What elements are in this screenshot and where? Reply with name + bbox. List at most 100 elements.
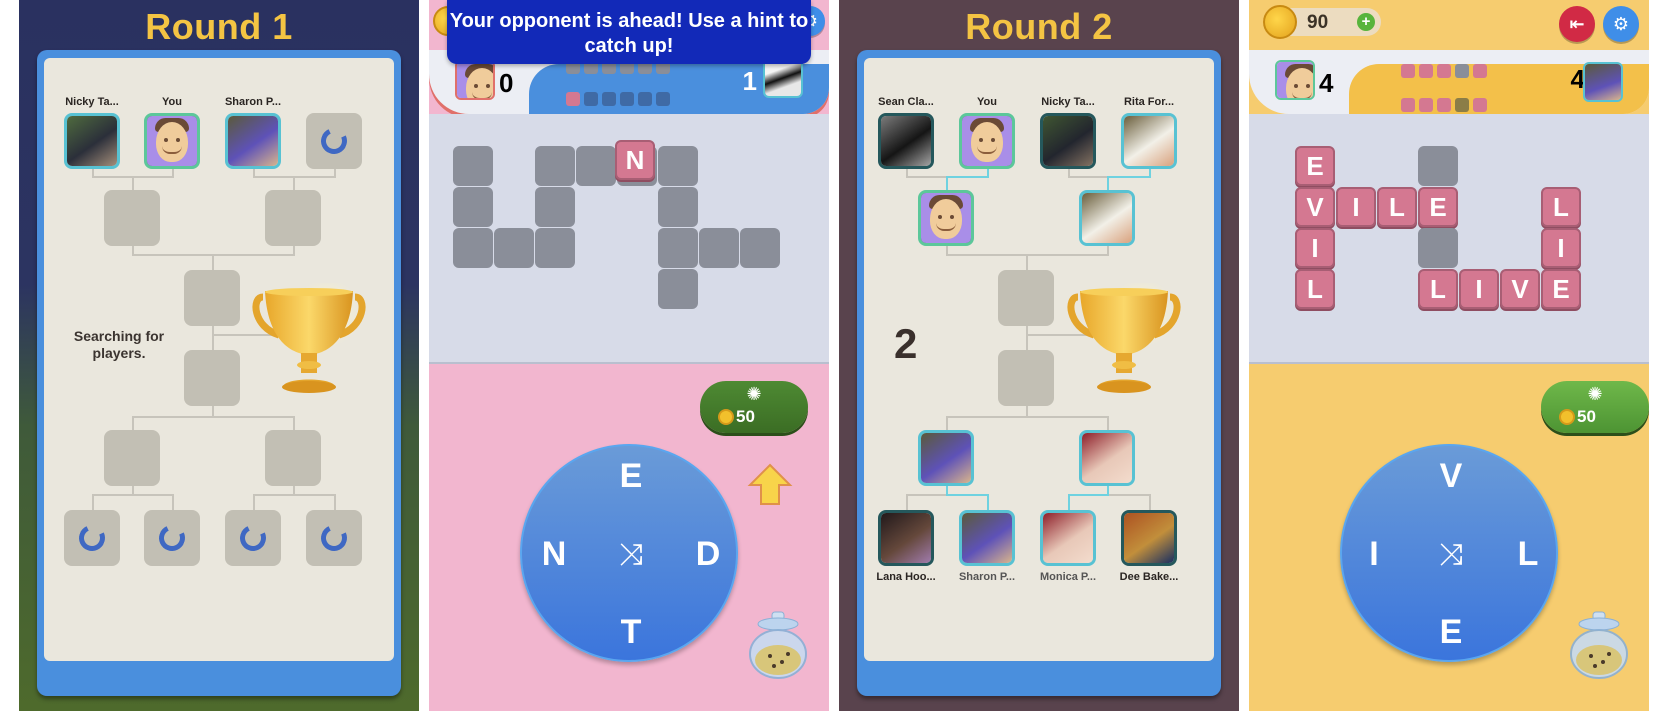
letter-tile: I: [1295, 228, 1335, 268]
letter-tile: L: [1377, 187, 1417, 227]
self-avatar[interactable]: [918, 190, 974, 246]
player-name: You: [977, 96, 997, 108]
avatar-head: [971, 122, 1003, 162]
bracket-frame: Nicky Ta... You Sharon P... Searching for …: [37, 50, 401, 696]
player-slot-loading: [306, 510, 362, 566]
player-avatar[interactable]: [1121, 510, 1177, 566]
wheel-letter[interactable]: L: [1508, 534, 1548, 574]
bracket-connector: [212, 326, 214, 350]
empty-bracket-slot: [184, 350, 240, 406]
letter-tile: L: [1418, 269, 1458, 309]
bracket-connector: [253, 494, 336, 496]
hint-button[interactable]: ✺ 50: [1541, 381, 1649, 433]
player-slot-loading: [64, 510, 120, 566]
letter-tile: L: [1541, 187, 1581, 227]
player-name: Rita For...: [1123, 96, 1175, 108]
empty-tile: [740, 228, 780, 268]
player-avatar[interactable]: [225, 113, 281, 169]
coin-balance: 90 +: [1263, 5, 1381, 39]
player-avatar[interactable]: [918, 430, 974, 486]
avatar-photo: [1124, 513, 1174, 563]
player-name: Sharon P...: [958, 571, 1016, 583]
coin-count: 90: [1307, 12, 1329, 33]
shuffle-icon[interactable]: ⤨: [1431, 535, 1471, 575]
loading-spinner-icon: [317, 521, 351, 555]
shuffle-icon[interactable]: ⤨: [611, 535, 651, 575]
avatar-photo: [881, 116, 931, 166]
wheel-letter[interactable]: I: [1354, 534, 1394, 574]
player-avatar[interactable]: [878, 510, 934, 566]
avatar-photo: [1043, 513, 1093, 563]
round-title: Round 1: [145, 6, 293, 47]
bracket-connector: [172, 494, 174, 510]
avatar-head: [930, 199, 962, 239]
wheel-letter[interactable]: D: [688, 534, 728, 574]
crossword-board: EVILELIILLIVE: [1249, 114, 1649, 364]
self-avatar[interactable]: [144, 113, 200, 169]
wheel-letter[interactable]: V: [1431, 456, 1471, 496]
progress-pip: [1401, 64, 1415, 78]
crossword-board: N: [429, 114, 829, 364]
avatar-photo: [921, 433, 971, 483]
letter-tile: E: [1541, 269, 1581, 309]
opponent-progress-pips: [1401, 98, 1487, 112]
progress-pip: [638, 92, 652, 106]
wheel-letter[interactable]: T: [611, 612, 651, 652]
letter-tile: I: [1541, 228, 1581, 268]
loading-spinner-icon: [75, 521, 109, 555]
empty-bracket-slot: [104, 430, 160, 486]
bracket-connector: [92, 494, 94, 510]
settings-button[interactable]: ⚙: [1603, 6, 1639, 42]
wheel-letter[interactable]: N: [534, 534, 574, 574]
bracket-connector: [132, 416, 295, 418]
letter-tile: V: [1500, 269, 1540, 309]
empty-tile: [1418, 228, 1458, 268]
avatar-head: [156, 122, 188, 162]
bracket-connector: [946, 494, 989, 496]
player-avatar[interactable]: [1040, 113, 1096, 169]
player-name: Nicky Ta...: [65, 96, 119, 108]
revealed-tile: N: [615, 140, 655, 180]
player-avatar[interactable]: [64, 113, 120, 169]
cookie-jar-icon[interactable]: [1567, 610, 1631, 682]
trophy-icon: [1067, 283, 1181, 393]
progress-pip: [1455, 64, 1469, 78]
avatar-photo: [962, 513, 1012, 563]
letter-tile: E: [1295, 146, 1335, 186]
progress-pip: [1455, 98, 1469, 112]
player-avatar[interactable]: [1079, 430, 1135, 486]
up-arrow-icon: [747, 463, 793, 505]
player-avatar[interactable]: [1079, 190, 1135, 246]
progress-pip: [1419, 98, 1433, 112]
bracket-connector: [1068, 494, 1070, 510]
empty-tile: [658, 146, 698, 186]
progress-pip: [1401, 98, 1415, 112]
add-coins-button[interactable]: +: [1357, 13, 1375, 31]
bracket-connector: [1068, 494, 1109, 496]
player-avatar[interactable]: [959, 510, 1015, 566]
lightbulb-icon: ✺: [746, 384, 762, 404]
wheel-letter[interactable]: E: [611, 456, 651, 496]
round-number: 2: [894, 320, 918, 367]
letter-tile: L: [1295, 269, 1335, 309]
player-slot-loading: [144, 510, 200, 566]
empty-tile: [535, 187, 575, 227]
avatar-eye: [164, 138, 168, 142]
letter-wheel[interactable]: E N D T ⤨: [520, 444, 738, 662]
player-avatar[interactable]: [1121, 113, 1177, 169]
player-avatar[interactable]: [1040, 510, 1096, 566]
wheel-letter[interactable]: E: [1431, 612, 1471, 652]
empty-tile: [453, 187, 493, 227]
progress-pip: [620, 92, 634, 106]
player-avatar[interactable]: [878, 113, 934, 169]
progress-pip: [1437, 64, 1451, 78]
self-avatar[interactable]: [959, 113, 1015, 169]
bracket-connector: [1149, 494, 1151, 510]
exit-button[interactable]: ⇤: [1559, 6, 1595, 42]
cookie-jar-icon[interactable]: [746, 610, 810, 682]
hint-button[interactable]: ✺ 50: [700, 381, 808, 433]
letter-wheel[interactable]: V I L E ⤨: [1340, 444, 1558, 662]
bracket-connector: [1107, 176, 1109, 190]
opponent-progress-pips: [566, 92, 670, 106]
coin-icon: [718, 409, 734, 425]
